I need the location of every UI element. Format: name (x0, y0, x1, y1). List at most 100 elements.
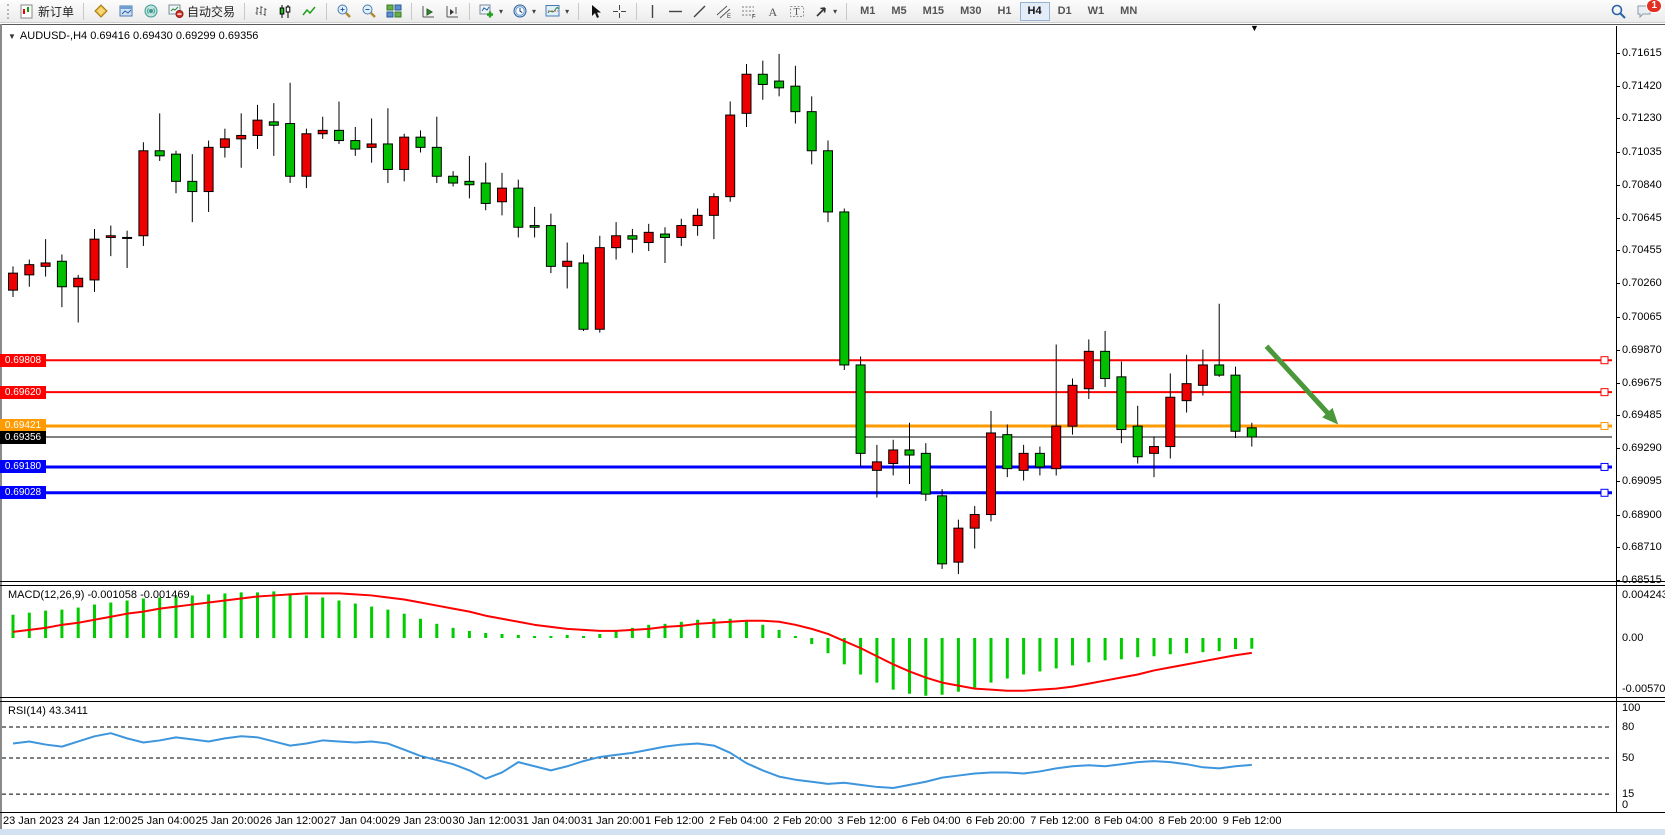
channel-tool-button[interactable]: E (712, 2, 736, 21)
new-chart-button[interactable]: ▾ (475, 2, 507, 21)
candle (693, 209, 702, 236)
tile-windows-button[interactable] (382, 2, 406, 21)
periods-button[interactable]: ▾ (508, 2, 540, 21)
macd-histogram-bar (566, 635, 569, 638)
clock-icon (512, 3, 528, 19)
cursor-tool-button[interactable] (584, 2, 607, 21)
timeframe-button-mn[interactable]: MN (1112, 2, 1145, 21)
autotrading-icon (168, 3, 184, 19)
candle (155, 113, 164, 161)
zoom-out-icon (361, 3, 377, 19)
panel-splitter-line[interactable] (0, 697, 1665, 698)
candle (25, 260, 34, 287)
candle (791, 66, 800, 124)
candle (1003, 424, 1012, 477)
trendline-tool-button[interactable] (688, 2, 711, 21)
candle (824, 141, 833, 223)
line-handle[interactable] (1601, 389, 1608, 396)
rsi-indicator-panel[interactable] (0, 702, 1616, 812)
candle (938, 489, 947, 569)
auto-scroll-button[interactable] (417, 2, 440, 21)
main-price-chart[interactable] (0, 26, 1616, 582)
line-handle[interactable] (1601, 422, 1608, 429)
macd-histogram-bar (484, 633, 487, 638)
timeframe-button-d1[interactable]: D1 (1050, 2, 1080, 21)
timeframe-button-h1[interactable]: H1 (989, 2, 1019, 21)
terminal-button[interactable] (139, 2, 163, 21)
crosshair-tool-button[interactable] (608, 2, 631, 21)
candle (318, 117, 327, 139)
bar-chart-button[interactable] (250, 2, 273, 21)
candle (628, 229, 637, 253)
trend-arrow-annotation[interactable] (1266, 346, 1328, 414)
candlestick-chart-button[interactable] (274, 2, 297, 21)
line-handle[interactable] (1601, 489, 1608, 496)
line-chart-button[interactable] (298, 2, 321, 21)
templates-button[interactable]: ▾ (541, 2, 573, 21)
candle (1117, 362, 1126, 444)
line-handle[interactable] (1601, 463, 1608, 470)
new-order-button[interactable]: 新订单 (16, 2, 78, 21)
text-tool-button[interactable]: A (762, 2, 784, 21)
zoom-in-button[interactable] (332, 2, 356, 21)
notifications-button[interactable]: 1 (1632, 2, 1657, 21)
panel-splitter-line[interactable] (0, 581, 1665, 582)
search-button[interactable] (1606, 2, 1631, 21)
macd-histogram-bar (1153, 638, 1156, 656)
candle (921, 443, 930, 501)
line-handle[interactable] (1601, 357, 1608, 364)
macd-histogram-bar (1087, 638, 1090, 662)
timeframe-button-m5[interactable]: M5 (883, 2, 914, 21)
timeframe-button-m15[interactable]: M15 (915, 2, 952, 21)
macd-label: MACD(12,26,9) -0.001058 -0.001469 (8, 589, 190, 601)
chart-shift-button[interactable] (441, 2, 464, 21)
timeframe-button-w1[interactable]: W1 (1080, 2, 1113, 21)
arrows-tool-button[interactable]: ▾ (810, 2, 841, 21)
macd-histogram-bar (794, 636, 797, 638)
macd-histogram-bar (1169, 638, 1172, 654)
candle (579, 254, 588, 331)
candle (1035, 447, 1044, 476)
chart-dock-arrow-icon[interactable]: ▼ (1250, 23, 1259, 33)
candle (139, 142, 148, 246)
navigator-button[interactable] (114, 2, 138, 21)
timeframe-button-m1[interactable]: M1 (852, 2, 883, 21)
panel-splitter-line[interactable] (0, 585, 1665, 586)
panel-splitter-line[interactable] (0, 701, 1665, 702)
vertical-line-icon (646, 4, 659, 19)
macd-histogram-bar (908, 638, 911, 694)
candle (726, 101, 735, 201)
timeframe-button-h4[interactable]: H4 (1020, 2, 1050, 21)
autotrading-button[interactable]: 自动交易 (164, 2, 239, 21)
macd-histogram-bar (875, 638, 878, 683)
toolbar-separator (578, 3, 579, 20)
zoom-out-button[interactable] (357, 2, 381, 21)
candle (41, 239, 50, 276)
fibonacci-tool-button[interactable]: F (737, 2, 761, 21)
chart-menu-arrow-icon[interactable]: ▼ (8, 32, 16, 41)
candle (612, 222, 621, 259)
fibonacci-icon: F (741, 4, 757, 19)
macd-histogram-bar (941, 638, 944, 695)
bottom-scrollbar-strip[interactable] (0, 829, 1665, 835)
macd-histogram-bar (28, 613, 31, 638)
vertical-line-tool-button[interactable] (642, 2, 663, 21)
text-label-tool-button[interactable]: T (785, 2, 809, 21)
candle (220, 129, 229, 158)
horizontal-line-tool-button[interactable] (664, 2, 687, 21)
candle (400, 134, 409, 182)
candle (1198, 350, 1207, 396)
crosshair-icon (612, 4, 627, 19)
candle (188, 154, 197, 222)
candle (840, 209, 849, 370)
candle (465, 156, 474, 199)
timeframe-group: M1M5M15M30H1H4D1W1MN (852, 2, 1145, 21)
timeframe-button-m30[interactable]: M30 (952, 2, 989, 21)
mt4-application-window: { "toolbar": { "new_order_label": "新订单",… (0, 0, 1665, 835)
market-watch-button[interactable] (89, 2, 113, 21)
candle (872, 445, 881, 498)
macd-indicator-panel[interactable] (0, 585, 1616, 697)
macd-histogram-bar (615, 631, 618, 638)
line-chart-icon (302, 4, 317, 19)
candle (204, 141, 213, 212)
